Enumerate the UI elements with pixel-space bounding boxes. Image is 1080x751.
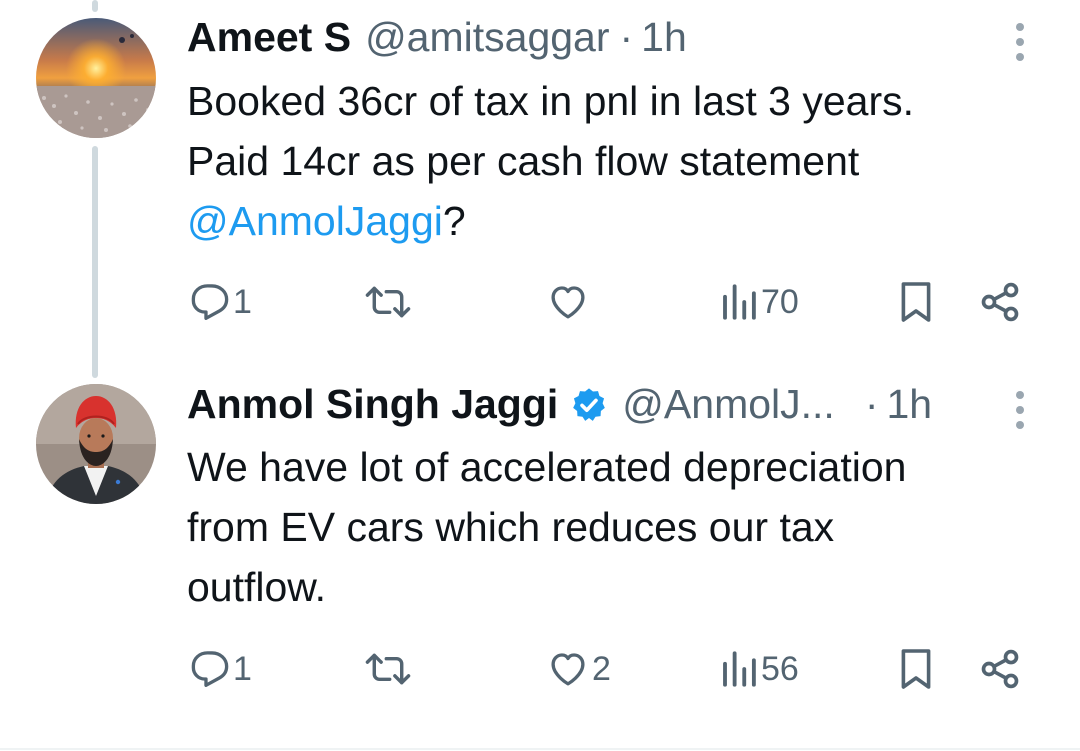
retweet-button[interactable] bbox=[364, 277, 414, 327]
views-icon bbox=[723, 284, 756, 320]
heart-icon bbox=[551, 286, 585, 319]
author-handle[interactable]: @AnmolJ... bbox=[622, 381, 835, 428]
author-handle[interactable]: @amitsaggar bbox=[365, 14, 609, 61]
retweet-button[interactable] bbox=[364, 644, 414, 694]
views-count: 56 bbox=[761, 649, 799, 688]
heart-icon bbox=[551, 653, 585, 686]
avatar-ameet[interactable] bbox=[36, 18, 156, 138]
author-name[interactable]: Ameet S bbox=[187, 14, 351, 61]
sunset-photo-avatar bbox=[36, 18, 156, 138]
tweet-anmol[interactable]: Anmol Singh Jaggi @AnmolJ... · 1h We hav… bbox=[0, 366, 1080, 748]
avatar-anmol[interactable] bbox=[36, 384, 156, 504]
retweet-icon bbox=[365, 286, 411, 318]
share-icon bbox=[981, 649, 1019, 689]
share-button[interactable] bbox=[978, 277, 1022, 327]
share-button[interactable] bbox=[978, 644, 1022, 694]
timestamp[interactable]: 1h bbox=[886, 381, 932, 428]
more-vertical-icon bbox=[1016, 23, 1024, 61]
more-options-button[interactable] bbox=[1010, 388, 1030, 432]
like-count: 2 bbox=[592, 649, 611, 688]
tweet-text-line: We have lot of accelerated depreciation bbox=[187, 444, 907, 490]
bookmark-icon bbox=[901, 649, 931, 689]
tweet-text: We have lot of accelerated depreciation … bbox=[187, 437, 1047, 617]
separator-dot: · bbox=[864, 381, 879, 427]
divider bbox=[0, 748, 1080, 750]
tweet-header: Anmol Singh Jaggi @AnmolJ... · 1h bbox=[187, 380, 932, 428]
like-button[interactable] bbox=[546, 277, 592, 327]
bookmark-button[interactable] bbox=[898, 644, 934, 694]
like-button[interactable]: 2 bbox=[546, 644, 611, 694]
mention-link[interactable]: @AnmolJaggi bbox=[187, 198, 443, 244]
views-icon bbox=[723, 651, 756, 687]
tweet-actions: 1 70 bbox=[0, 277, 1080, 327]
tweet-text-line: outflow. bbox=[187, 564, 327, 610]
tweet-text-line: from EV cars which reduces our tax bbox=[187, 504, 835, 550]
bookmark-icon bbox=[901, 282, 931, 322]
bookmark-button[interactable] bbox=[898, 277, 934, 327]
share-icon bbox=[981, 282, 1019, 322]
separator-dot: · bbox=[619, 14, 634, 60]
author-name[interactable]: Anmol Singh Jaggi bbox=[187, 381, 558, 428]
views-button[interactable]: 70 bbox=[719, 277, 799, 327]
views-button[interactable]: 56 bbox=[719, 644, 799, 694]
verified-badge-icon bbox=[570, 386, 608, 424]
tweet-text-line: Booked 36cr of tax in pnl in last 3 year… bbox=[187, 78, 915, 124]
mention-suffix: ? bbox=[442, 198, 466, 244]
tweet-text-line: @AnmolJaggi? bbox=[187, 191, 1047, 251]
tweet-ameet[interactable]: Ameet S @amitsaggar · 1h Booked 36cr of … bbox=[0, 0, 1080, 360]
reply-icon bbox=[191, 651, 229, 687]
views-count: 70 bbox=[761, 282, 799, 321]
reply-icon bbox=[191, 284, 229, 320]
reply-button[interactable]: 1 bbox=[189, 277, 252, 327]
more-vertical-icon bbox=[1016, 391, 1024, 429]
retweet-icon bbox=[365, 653, 411, 685]
timestamp[interactable]: 1h bbox=[641, 14, 687, 61]
tweet-header: Ameet S @amitsaggar · 1h bbox=[187, 14, 687, 61]
reply-count: 1 bbox=[233, 282, 252, 321]
reply-count: 1 bbox=[233, 649, 252, 688]
tweet-text-line: Paid 14cr as per cash flow statement bbox=[187, 138, 860, 184]
tweet-text: Booked 36cr of tax in pnl in last 3 year… bbox=[187, 71, 1047, 251]
more-options-button[interactable] bbox=[1010, 20, 1030, 64]
tweet-actions: 1 2 56 bbox=[0, 644, 1080, 694]
person-photo-avatar bbox=[36, 384, 156, 504]
reply-button[interactable]: 1 bbox=[189, 644, 252, 694]
